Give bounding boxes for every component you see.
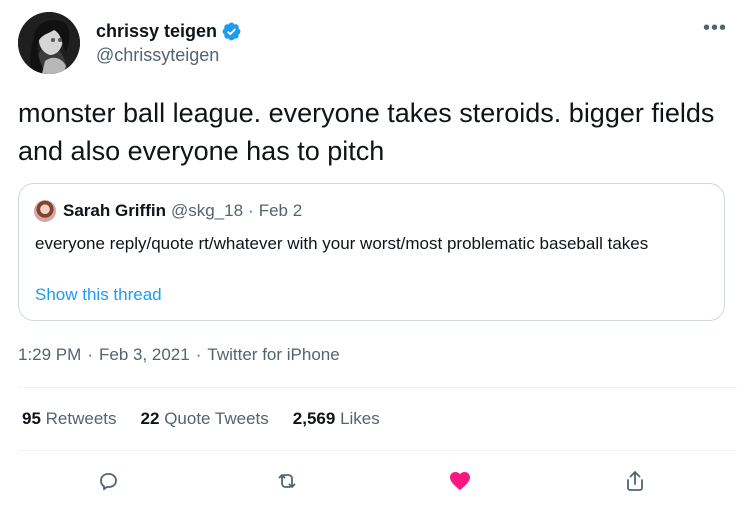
- tweet-card: chrissy teigen @chrissyteigen ••• monste…: [0, 0, 755, 515]
- quoted-tweet-date[interactable]: Feb 2: [259, 201, 302, 221]
- quoted-author-display-name[interactable]: Sarah Griffin: [63, 201, 166, 221]
- retweets-label: Retweets: [45, 409, 117, 428]
- verified-badge-icon: [221, 21, 242, 42]
- tweet-header: chrissy teigen @chrissyteigen •••: [18, 12, 737, 74]
- quote-tweets-count: 22: [140, 409, 160, 428]
- tweet-meta: 1:29 PM · Feb 3, 2021 · Twitter for iPho…: [18, 345, 340, 365]
- retweets-stat[interactable]: 95 Retweets: [22, 409, 117, 429]
- author-info: chrissy teigen @chrissyteigen: [96, 19, 242, 66]
- tweet-actions: [18, 466, 737, 500]
- quote-tweets-stat[interactable]: 22 Quote Tweets: [141, 409, 269, 429]
- likes-stat[interactable]: 2,569 Likes: [293, 409, 380, 429]
- more-horizontal-icon[interactable]: •••: [701, 18, 729, 43]
- quote-tweets-label: Quote Tweets: [164, 409, 269, 428]
- tweet-stats: 95 Retweets 22 Quote Tweets 2,569 Likes: [22, 409, 404, 429]
- retweet-button[interactable]: [270, 466, 304, 500]
- likes-label: Likes: [340, 409, 380, 428]
- meta-separator: ·: [87, 345, 93, 364]
- like-button[interactable]: [443, 466, 477, 500]
- divider: [18, 450, 737, 451]
- reply-icon: [96, 469, 120, 498]
- author-avatar-image: [18, 12, 80, 74]
- share-button[interactable]: [618, 466, 652, 500]
- quoted-author-handle[interactable]: @skg_18: [171, 201, 243, 221]
- tweet-text: monster ball league. everyone takes ster…: [18, 98, 715, 166]
- quoted-tweet-separator: ·: [248, 201, 254, 220]
- heart-icon: [448, 469, 472, 498]
- likes-count: 2,569: [292, 409, 336, 428]
- quoted-tweet-card[interactable]: Sarah Griffin @skg_18 · Feb 2 everyone r…: [18, 183, 725, 321]
- author-avatar[interactable]: [18, 12, 80, 74]
- author-handle[interactable]: @chrissyteigen: [96, 45, 242, 66]
- divider: [18, 387, 737, 388]
- tweet-time[interactable]: 1:29 PM: [18, 345, 81, 365]
- meta-separator: ·: [195, 345, 202, 364]
- retweets-count: 95: [22, 409, 41, 428]
- quoted-author-avatar[interactable]: [34, 200, 56, 222]
- reply-button[interactable]: [91, 466, 125, 500]
- tweet-source[interactable]: Twitter for iPhone: [207, 345, 339, 365]
- quoted-tweet-header: Sarah Griffin @skg_18 · Feb 2: [34, 200, 302, 222]
- retweet-icon: [275, 469, 299, 498]
- tweet-date[interactable]: Feb 3, 2021: [99, 345, 190, 365]
- author-name-row: chrissy teigen: [96, 19, 242, 43]
- show-thread-link[interactable]: Show this thread: [35, 285, 162, 305]
- quoted-tweet-text: everyone reply/quote rt/whatever with yo…: [35, 234, 649, 253]
- author-display-name[interactable]: chrissy teigen: [96, 21, 217, 42]
- share-icon: [623, 469, 647, 498]
